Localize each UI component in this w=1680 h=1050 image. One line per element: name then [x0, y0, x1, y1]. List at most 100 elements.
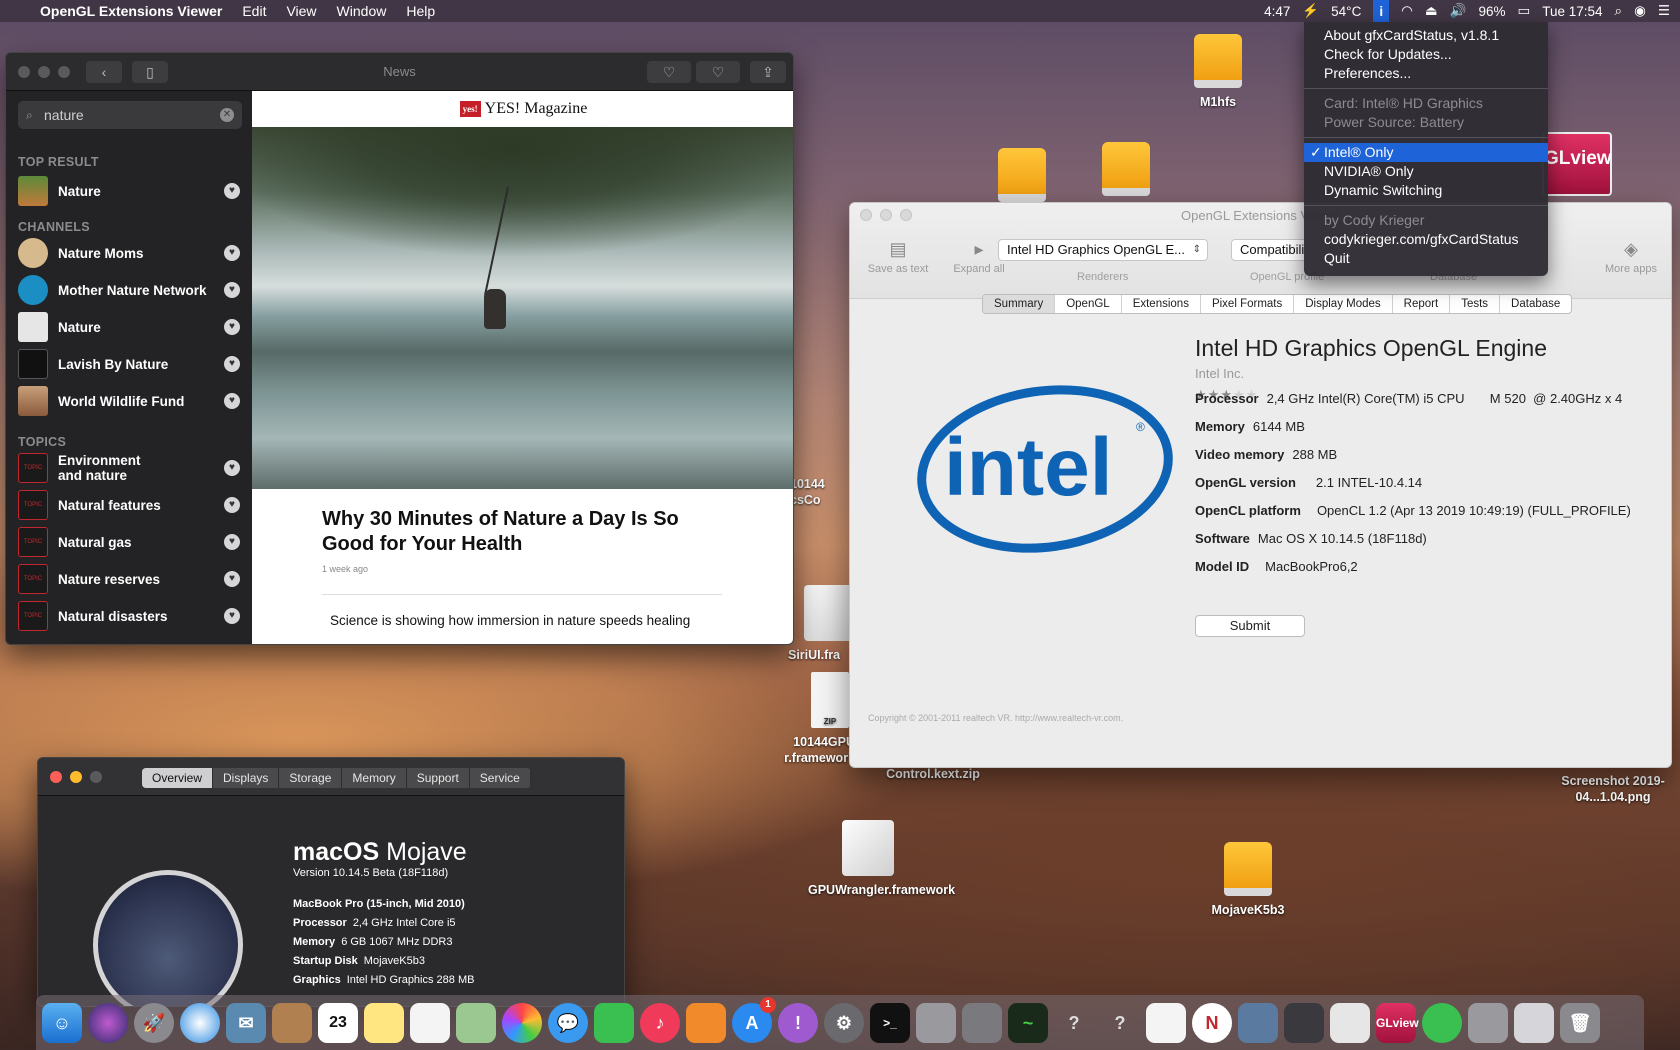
desktop-icon-control-kext[interactable]: Control.kext.zip — [873, 766, 993, 782]
battery-percent[interactable]: 96% — [1478, 4, 1505, 19]
list-item[interactable]: Lavish By Nature ♥ — [18, 348, 246, 380]
menu-help[interactable]: Help — [406, 3, 435, 19]
disk-utility-icon[interactable] — [916, 1002, 956, 1043]
list-item[interactable]: TOPIC Nature reserves ♥ — [18, 563, 246, 595]
heart-icon[interactable]: ♥ — [224, 608, 240, 624]
siri-icon[interactable]: ◉ — [1634, 3, 1646, 19]
launchpad-icon[interactable]: 🚀 — [134, 1002, 174, 1043]
gfxcardstatus-dock-icon[interactable] — [1284, 1002, 1324, 1043]
battery-icon[interactable]: ▭ — [1517, 3, 1530, 19]
finder-icon[interactable]: ☺ — [42, 1002, 82, 1043]
heart-icon[interactable]: ♥ — [224, 282, 240, 298]
tab-opengl[interactable]: OpenGL — [1055, 295, 1122, 313]
itunes-icon[interactable]: ♪ — [640, 1002, 680, 1043]
heart-icon[interactable]: ♥ — [224, 393, 240, 409]
heart-icon[interactable]: ♥ — [224, 571, 240, 587]
menu-check-updates[interactable]: Check for Updates... — [1304, 45, 1548, 64]
documents-stack-icon[interactable] — [1514, 1002, 1554, 1043]
heart-icon[interactable]: ♡ — [647, 61, 691, 83]
volume-icon[interactable]: 🔊 — [1450, 3, 1467, 19]
mail-icon[interactable]: ✉ — [226, 1002, 266, 1043]
feedback-icon[interactable]: ! — [778, 1002, 818, 1043]
calendar-icon[interactable]: 23 — [318, 1002, 358, 1043]
tab-summary[interactable]: Summary — [983, 295, 1056, 313]
gfxcardstatus-icon[interactable]: i — [1373, 0, 1390, 22]
safari-icon[interactable] — [180, 1002, 220, 1043]
activity-monitor-icon[interactable]: ~ — [1008, 1002, 1048, 1043]
save-as-text-button[interactable]: ▤ Save as text — [858, 235, 938, 275]
minimize-button[interactable] — [70, 771, 82, 783]
menu-quit[interactable]: Quit — [1304, 249, 1548, 268]
article-title[interactable]: Why 30 Minutes of Nature a Day Is So Goo… — [322, 507, 702, 557]
share-icon[interactable]: ⇪ — [750, 61, 786, 83]
zoom-button[interactable] — [90, 771, 102, 783]
desktop-icon-gpuwrangler[interactable]: GPUWrangler.framework — [808, 820, 955, 898]
list-item[interactable]: TOPIC Natural features ♥ — [18, 489, 246, 521]
menu-nvidia-only[interactable]: NVIDIA® Only — [1304, 162, 1548, 181]
close-button[interactable] — [50, 771, 62, 783]
trash-icon[interactable]: 🗑 — [1560, 1002, 1600, 1043]
search-input[interactable]: ⌕ nature ✕ — [18, 101, 242, 129]
clock[interactable]: Tue 17:54 — [1542, 4, 1602, 19]
tab-overview[interactable]: Overview — [142, 768, 214, 788]
menu-intel-only[interactable]: ✓ Intel® Only — [1304, 143, 1548, 162]
maps-icon[interactable] — [456, 1002, 496, 1043]
notes-icon[interactable] — [364, 1002, 404, 1043]
facetime-icon[interactable] — [594, 1002, 634, 1043]
desktop-icon-screenshot[interactable]: Screenshot 2019-04...1.04.png — [1553, 773, 1673, 805]
tab-extensions[interactable]: Extensions — [1122, 295, 1201, 313]
desktop-icon-siriui[interactable]: SiriUI.fra — [788, 585, 856, 663]
desktop-icon-mojave[interactable]: MojaveK5b3 — [1188, 842, 1308, 918]
heart-icon[interactable]: ♥ — [224, 245, 240, 261]
more-apps-button[interactable]: ◈ More apps — [1596, 235, 1666, 275]
list-item[interactable]: Mother Nature Network ♥ — [18, 274, 246, 306]
tab-pixel-formats[interactable]: Pixel Formats — [1201, 295, 1295, 313]
fan-icon[interactable]: ⚡ — [1302, 3, 1319, 19]
books-icon[interactable] — [686, 1002, 726, 1043]
unknown-app-icon[interactable]: ? — [1054, 1003, 1094, 1043]
desktop-icon-glview[interactable]: GLview — [1542, 132, 1612, 196]
heart-icon[interactable]: ♥ — [224, 534, 240, 550]
list-item[interactable]: Nature ♥ — [18, 175, 246, 207]
menu-website[interactable]: codykrieger.com/gfxCardStatus — [1304, 230, 1548, 249]
news-icon[interactable]: N — [1192, 1002, 1232, 1043]
utility-icon[interactable] — [1468, 1002, 1508, 1043]
heart-icon[interactable]: ♥ — [224, 460, 240, 476]
menu-preferences[interactable]: Preferences... — [1304, 64, 1548, 83]
dislike-icon[interactable]: ♡ — [696, 61, 740, 83]
textedit-icon[interactable] — [1146, 1002, 1186, 1043]
heart-icon[interactable]: ♥ — [224, 183, 240, 199]
parrot-icon[interactable] — [1422, 1002, 1462, 1043]
tab-tests[interactable]: Tests — [1450, 295, 1501, 313]
tab-memory[interactable]: Memory — [342, 768, 407, 788]
list-item[interactable]: Nature ♥ — [18, 311, 246, 343]
list-item[interactable]: World Wildlife Fund ♥ — [18, 385, 246, 417]
reminders-icon[interactable] — [410, 1002, 450, 1043]
tab-support[interactable]: Support — [407, 768, 470, 788]
siri-icon[interactable] — [88, 1002, 128, 1043]
desktop-icon-drive-2[interactable] — [962, 148, 1082, 208]
system-preferences-icon[interactable]: ⚙ — [824, 1002, 864, 1043]
submit-button[interactable]: Submit — [1195, 615, 1305, 637]
terminal-icon[interactable]: >_ — [870, 1002, 910, 1043]
list-item[interactable]: TOPIC Environment and nature ♥ — [18, 452, 246, 484]
menu-window[interactable]: Window — [337, 3, 387, 19]
spotlight-icon[interactable]: ⌕ — [1615, 3, 1623, 19]
menu-about[interactable]: About gfxCardStatus, v1.8.1 — [1304, 26, 1548, 45]
preview-icon[interactable] — [1238, 1002, 1278, 1043]
grapher-icon[interactable] — [962, 1002, 1002, 1043]
tab-display-modes[interactable]: Display Modes — [1294, 295, 1393, 313]
renderer-select[interactable]: Intel HD Graphics OpenGL E... ⇕ — [998, 239, 1208, 261]
heart-icon[interactable]: ♥ — [224, 356, 240, 372]
app-menu[interactable]: OpenGL Extensions Viewer — [40, 3, 222, 19]
notification-center-icon[interactable]: ☰ — [1658, 3, 1670, 19]
menu-edit[interactable]: Edit — [242, 3, 266, 19]
tab-report[interactable]: Report — [1393, 295, 1451, 313]
tab-storage[interactable]: Storage — [279, 768, 343, 788]
unknown-app-icon[interactable]: ? — [1100, 1003, 1140, 1043]
temperature[interactable]: 54°C — [1331, 4, 1361, 19]
glview-icon[interactable]: GLview — [1376, 1002, 1419, 1043]
heart-icon[interactable]: ♥ — [224, 319, 240, 335]
tab-displays[interactable]: Displays — [213, 768, 280, 788]
messages-icon[interactable]: 💬 — [548, 1002, 588, 1043]
